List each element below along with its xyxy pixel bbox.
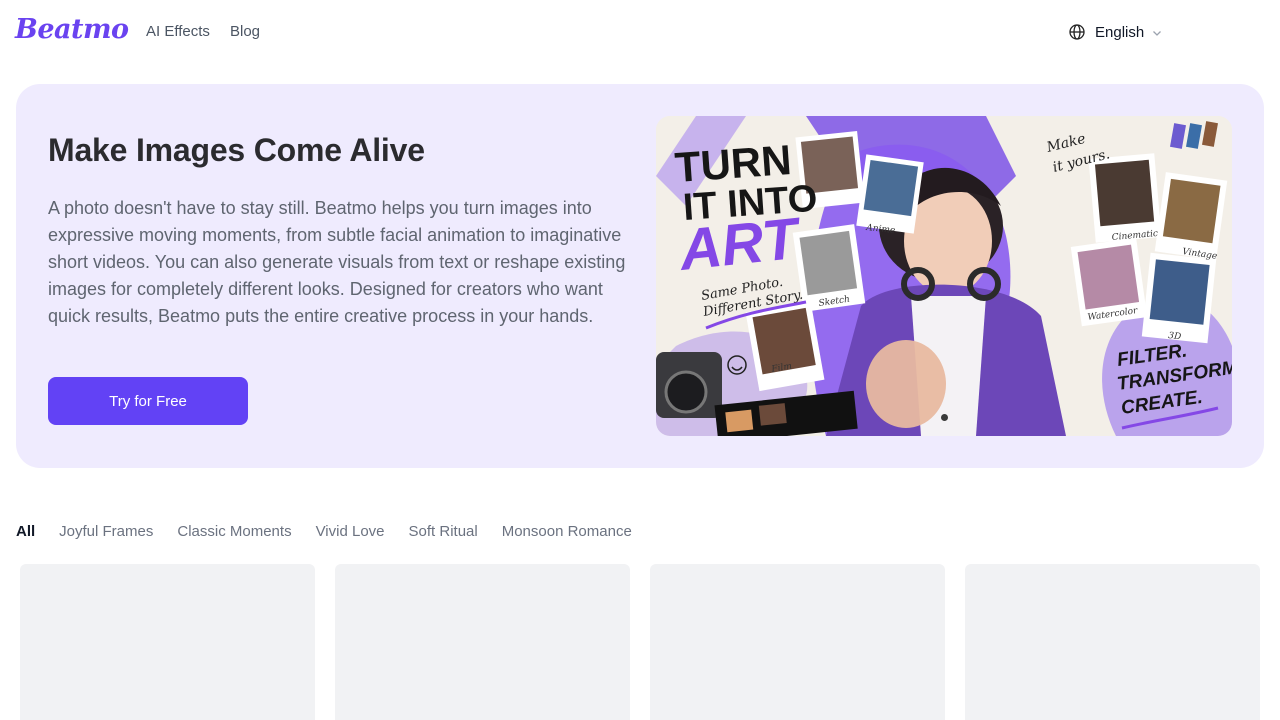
nav-link-ai-effects[interactable]: AI Effects	[146, 23, 210, 40]
try-for-free-button[interactable]: Try for Free	[48, 377, 248, 425]
effect-card-placeholder[interactable]	[335, 564, 630, 720]
language-selector[interactable]: English	[1068, 22, 1163, 42]
tab-soft-ritual[interactable]: Soft Ritual	[409, 523, 478, 543]
nav-link-blog[interactable]: Blog	[230, 23, 260, 40]
effect-card-placeholder[interactable]	[965, 564, 1260, 720]
brand-logo[interactable]: Beatmo	[15, 14, 129, 45]
effect-card-placeholder[interactable]	[650, 564, 945, 720]
chevron-down-icon	[1151, 26, 1163, 38]
svg-text:ART: ART	[675, 205, 806, 283]
top-header: Beatmo AI Effects Blog English	[0, 0, 1280, 64]
effect-card-placeholder[interactable]	[20, 564, 315, 720]
svg-text:3D: 3D	[1168, 331, 1182, 342]
globe-icon	[1068, 23, 1086, 41]
hero-description: A photo doesn't have to stay still. Beat…	[48, 198, 626, 326]
hero-banner-image[interactable]: TURN IT INTO ART Same Photo. Different S…	[656, 116, 1232, 436]
tab-monsoon-romance[interactable]: Monsoon Romance	[502, 523, 632, 543]
hero-title: Make Images Come Alive	[48, 132, 425, 168]
tab-vivid-love[interactable]: Vivid Love	[316, 523, 385, 543]
tab-joyful-frames[interactable]: Joyful Frames	[59, 523, 153, 543]
tab-all[interactable]: All	[16, 523, 35, 543]
hero-section: Make Images Come Alive A photo doesn't h…	[16, 84, 1264, 468]
carousel-dot[interactable]	[941, 414, 948, 421]
tab-classic-moments[interactable]: Classic Moments	[177, 523, 291, 543]
language-label: English	[1095, 23, 1145, 41]
category-tabs: All Joyful Frames Classic Moments Vivid …	[16, 523, 656, 543]
